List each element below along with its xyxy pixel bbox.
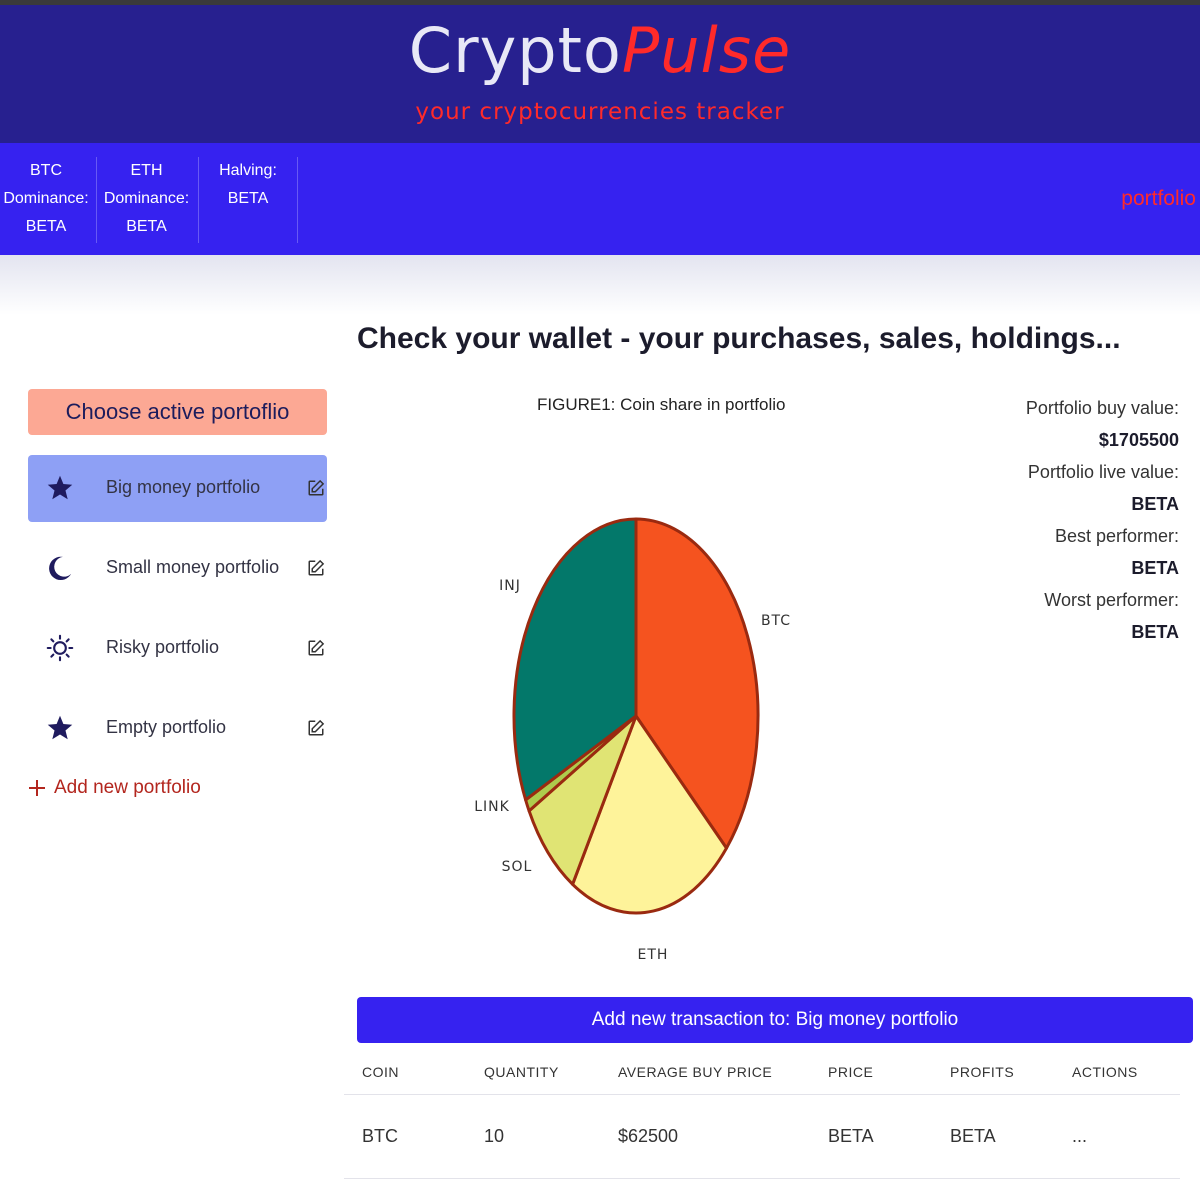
portfolio-summary: Portfolio buy value: $1705500 Portfolio … [979, 392, 1179, 648]
edit-icon[interactable] [307, 639, 325, 657]
stats-bar: BTC Dominance: BETA ETH Dominance: BETA … [0, 143, 1200, 255]
column-header: ACTIONS [1054, 1050, 1180, 1095]
portfolio-item-label: Small money portfolio [106, 557, 280, 577]
header-shadow [0, 255, 1200, 315]
buy-value-label: Portfolio buy value: [1025, 398, 1179, 418]
btc-dominance-label-1: BTC [30, 162, 62, 179]
choose-portfolio-button[interactable]: Choose active portoflio [28, 389, 327, 435]
best-performer-value: BETA [1131, 558, 1179, 578]
logo-pulse: Pulse [621, 14, 792, 87]
halving-label: Halving: [219, 162, 277, 179]
pie-label-eth: ETH [638, 947, 669, 963]
portfolio-sidebar: Choose active portoflio Big money portfo… [28, 389, 328, 798]
coin-share-pie-chart: BTC ETH SOL LINK INJ [474, 517, 791, 963]
edit-icon[interactable] [307, 479, 325, 497]
chart-title: FIGURE1: Coin share in portfolio [537, 395, 786, 414]
eth-dominance-label-2: Dominance: [103, 190, 190, 207]
halving-value: BETA [227, 190, 269, 207]
btc-dominance-value: BETA [25, 218, 67, 235]
logo[interactable]: CryptoPulse [0, 13, 1200, 90]
edit-icon[interactable] [307, 559, 325, 577]
pie-label-sol: SOL [502, 859, 533, 875]
portfolio-item-label: Risky portfolio [106, 637, 220, 657]
star-icon [47, 475, 73, 500]
column-header[interactable]: QUANTITY [466, 1050, 600, 1095]
avg-buy-price-cell: $62500 [600, 1094, 810, 1179]
buy-value: $1705500 [1098, 430, 1179, 450]
worst-performer-value: BETA [1131, 622, 1179, 642]
profits-cell: BETA [932, 1094, 1054, 1179]
price-cell: BETA [810, 1094, 932, 1179]
moon-icon [49, 556, 72, 581]
portfolio-item-big-money[interactable]: Big money portfolio [28, 455, 327, 522]
portfolio-item-risky[interactable]: Risky portfolio [28, 615, 327, 682]
coin-cell: BTC [344, 1094, 466, 1179]
eth-dominance-label-1: ETH [130, 162, 163, 179]
pie-label-btc: BTC [761, 613, 791, 629]
worst-performer-label: Worst performer: [1044, 590, 1179, 610]
tagline: your cryptocurrencies tracker [415, 99, 785, 125]
btc-dominance-label-2: Dominance: [3, 190, 89, 207]
page-title: Check your wallet - your purchases, sale… [357, 322, 1121, 355]
table-header-row: COIN QUANTITY AVERAGE BUY PRICE PRICE PR… [344, 1050, 1180, 1095]
star-icon [47, 715, 73, 740]
column-header[interactable]: PRICE [810, 1050, 932, 1095]
portfolio-item-empty[interactable]: Empty portfolio [28, 695, 327, 762]
plus-icon [29, 780, 45, 796]
add-transaction-button[interactable]: Add new transaction to: Big money portfo… [357, 997, 1193, 1043]
eth-dominance-value: BETA [126, 218, 167, 235]
logo-crypto: Crypto [408, 14, 622, 87]
btc-dominance-stat: BTC Dominance: BETA [0, 157, 96, 243]
portfolio-item-small-money[interactable]: Small money portfolio [28, 535, 327, 602]
best-performer-label: Best performer: [1054, 526, 1179, 546]
add-portfolio-label: Add new portfolio [54, 777, 201, 798]
column-header[interactable]: PROFITS [932, 1050, 1054, 1095]
portfolio-item-label: Empty portfolio [106, 717, 227, 737]
column-header[interactable]: AVERAGE BUY PRICE [600, 1050, 810, 1095]
site-header: CryptoPulse your cryptocurrencies tracke… [0, 5, 1200, 143]
live-value: BETA [1131, 494, 1179, 514]
portfolio-item-label: Big money portfolio [106, 477, 261, 497]
portfolio-list: Big money portfolio Small money portfoli… [28, 455, 328, 762]
add-portfolio-link[interactable]: Add new portfolio [28, 777, 201, 799]
live-value-label: Portfolio live value: [1027, 462, 1179, 482]
pie-label-inj: INJ [499, 578, 521, 594]
actions-menu[interactable]: ... [1054, 1094, 1180, 1179]
sun-icon [46, 634, 74, 662]
eth-dominance-stat: ETH Dominance: BETA [96, 157, 196, 243]
column-header[interactable]: COIN [344, 1050, 466, 1095]
transactions-table: COIN QUANTITY AVERAGE BUY PRICE PRICE PR… [344, 1050, 1180, 1179]
pie-label-link: LINK [474, 799, 510, 815]
edit-icon[interactable] [307, 719, 325, 737]
nav-portfolio-link[interactable]: portfolio [1121, 187, 1196, 211]
halving-stat: Halving: BETA [198, 157, 298, 243]
quantity-cell: 10 [466, 1094, 600, 1179]
table-row[interactable]: BTC 10 $62500 BETA BETA ... [344, 1094, 1180, 1179]
